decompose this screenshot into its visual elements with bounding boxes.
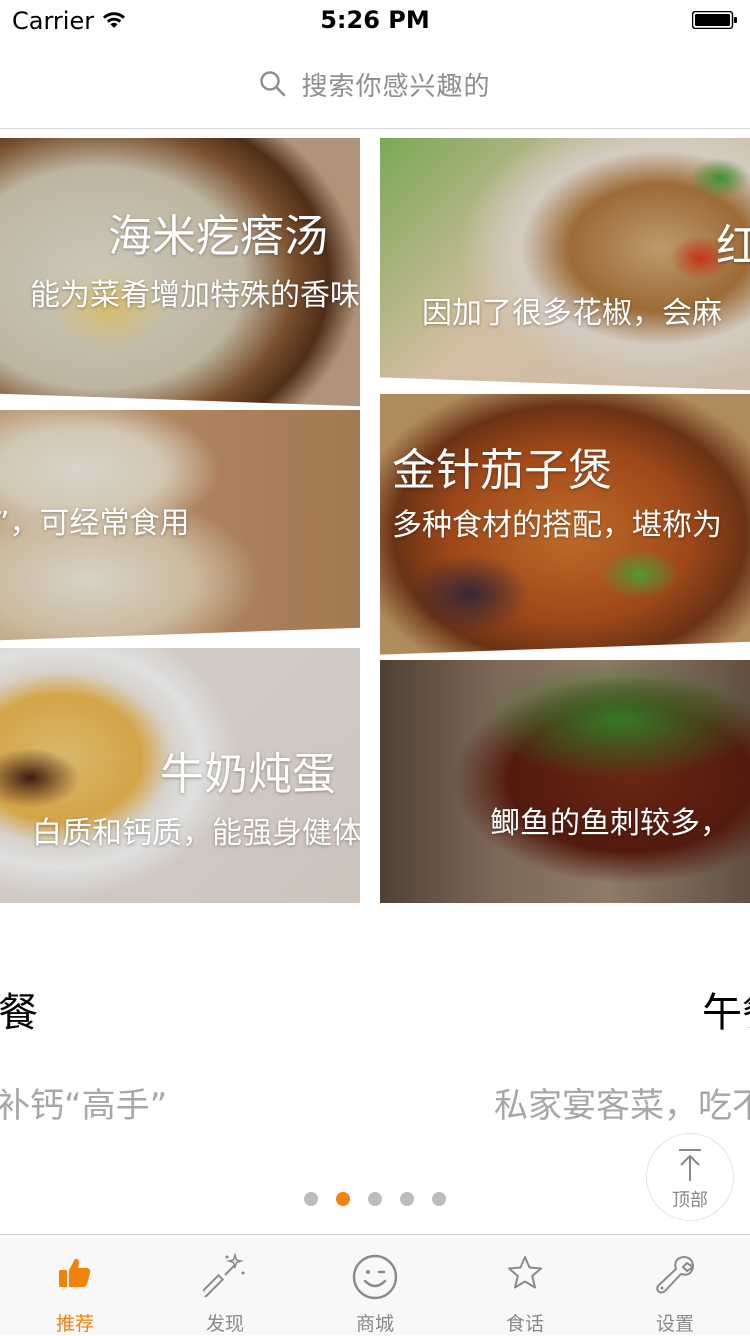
recipe-title: 海米疙瘩汤 — [108, 211, 328, 262]
tab-shop[interactable]: 商城 — [300, 1235, 450, 1335]
recipe-title: 牛奶炖蛋 — [160, 749, 336, 800]
back-to-top-button[interactable]: 顶部 — [646, 1133, 734, 1221]
recipe-tile[interactable]: 红 因加了很多花椒，会麻 — [380, 138, 750, 394]
page-dot[interactable] — [368, 1192, 382, 1206]
tab-label: 商城 — [355, 1313, 394, 1335]
tab-recommend[interactable]: 推荐 — [0, 1235, 150, 1335]
page-dot-active[interactable] — [336, 1192, 350, 1206]
recipe-subtitle: 因加了很多花椒，会麻 — [422, 296, 722, 331]
tab-discover[interactable]: 发现 — [150, 1235, 300, 1335]
header-divider — [0, 128, 750, 129]
status-bar: Carrier 5:26 PM — [0, 0, 750, 40]
page-dot[interactable] — [304, 1192, 318, 1206]
tab-label: 发现 — [205, 1313, 244, 1335]
thumbs-up-icon — [59, 1258, 91, 1287]
star-icon — [508, 1256, 542, 1289]
meal-description: 私家宴客菜，吃不 — [494, 1086, 750, 1126]
search-bar[interactable]: 搜索你感兴趣的 — [0, 56, 750, 112]
recipe-subtitle: 多种食材的搭配，堪称为 — [392, 508, 722, 543]
recipe-tile[interactable]: 鲫鱼的鱼刺较多， — [380, 660, 750, 903]
recipe-title: 红 — [716, 221, 750, 272]
tab-food-talk[interactable]: 食话 — [450, 1235, 600, 1335]
meal-description: 补钙“高手” — [0, 1086, 168, 1126]
recipe-tile[interactable]: ”，可经常食用 — [0, 410, 360, 646]
page-dot[interactable] — [400, 1192, 414, 1206]
search-icon — [260, 71, 286, 97]
arrow-up-icon — [679, 1149, 701, 1181]
page-dot[interactable] — [432, 1192, 446, 1206]
photo-shade — [380, 660, 750, 903]
smiley-icon — [352, 1254, 398, 1300]
tab-label: 食话 — [505, 1313, 544, 1335]
clock: 5:26 PM — [320, 6, 430, 34]
page-indicator — [0, 1192, 750, 1206]
recipe-tile[interactable]: 金针茄子煲 多种食材的搭配，堪称为 — [380, 394, 750, 656]
recipe-title: 金针茄子煲 — [392, 445, 612, 496]
tab-bar: 推荐 发现 商城 食话 设置 — [0, 1234, 750, 1335]
wrench-icon — [656, 1256, 694, 1294]
magic-wand-icon — [203, 1253, 245, 1297]
tab-label: 推荐 — [55, 1313, 94, 1335]
recipe-subtitle: 鲫鱼的鱼刺较多， — [490, 806, 730, 841]
recipe-tile[interactable]: 海米疙瘩汤 能为菜肴增加特殊的香味 — [0, 138, 360, 408]
recipe-subtitle: 白质和钙质，能强身健体 — [32, 816, 360, 851]
meal-title: 餐 — [0, 990, 38, 1036]
search-placeholder: 搜索你感兴趣的 — [301, 71, 491, 102]
recipe-column-left: 海米疙瘩汤 能为菜肴增加特殊的香味 ”，可经常食用 牛奶炖蛋 白质和钙质，能强身… — [0, 138, 360, 903]
recipe-tile[interactable]: 牛奶炖蛋 白质和钙质，能强身健体 — [0, 648, 360, 903]
recipe-column-right: 红 因加了很多花椒，会麻 金针茄子煲 多种食材的搭配，堪称为 鲫鱼的鱼刺较多， — [380, 138, 750, 903]
meal-title: 午餐 — [702, 990, 750, 1036]
recipe-subtitle: 能为菜肴增加特殊的香味 — [30, 278, 360, 313]
recipe-subtitle: ”，可经常食用 — [0, 506, 190, 541]
tab-label: 设置 — [655, 1313, 694, 1335]
battery-icon — [692, 11, 737, 29]
photo-shade — [380, 138, 750, 394]
tab-settings[interactable]: 设置 — [600, 1235, 750, 1335]
